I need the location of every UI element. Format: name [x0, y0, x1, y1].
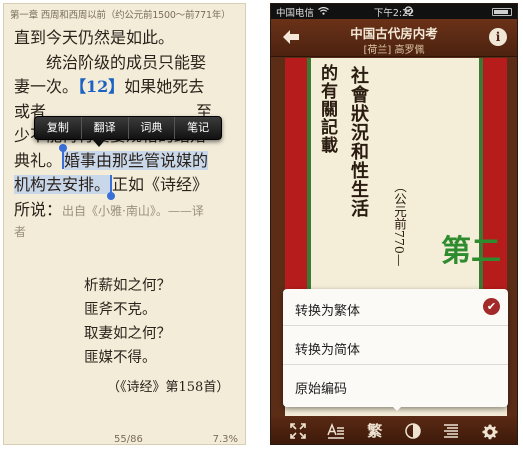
menu-item-label: 原始编码 — [295, 382, 348, 397]
text-line: 者 — [14, 223, 242, 240]
menu-pointer-icon — [390, 404, 404, 411]
text-line: 典礼。 婚事由那些管说媒的 — [14, 143, 242, 174]
chapter-header: 第一章 西周和西周以前（约公元前1500～前771年） — [10, 10, 231, 21]
poem-line: 匪斧不克。 — [84, 302, 157, 318]
green-border-left — [307, 58, 311, 318]
vertical-text-column: 社會狀況和性生活 — [348, 66, 369, 218]
vertical-text-column: （公元前770— — [392, 180, 407, 267]
back-arrow-icon[interactable] — [280, 26, 302, 48]
text-line: 所说：出自《小雅·南山》。——译 — [14, 198, 242, 224]
text-span: 正如《诗经》 — [112, 175, 209, 194]
translator-note: 出自《小雅·南山》。——译 — [62, 203, 204, 218]
poem-line: 匪媒不得。 — [84, 350, 157, 366]
chapter-heading: 第二 — [441, 234, 501, 269]
footnote-link[interactable]: 【12】 — [78, 77, 124, 96]
vertical-text-column: 的有關記載 — [317, 64, 337, 154]
book-author: [荷兰] 高罗佩 — [363, 45, 425, 56]
popup-arrow-icon — [92, 139, 106, 147]
font-size-icon[interactable] — [325, 420, 347, 442]
menu-item-original[interactable]: 原始编码 — [283, 367, 508, 404]
screenshot-stage: 第一章 西周和西周以前（约公元前1500～前771年） 直到今天仍然是如此。 统… — [0, 0, 523, 450]
traditional-convert-button[interactable]: 繁 — [364, 420, 386, 442]
text-line: 机构去安排。 正如《诗经》 — [14, 173, 242, 200]
text-span: 妻一次。 — [14, 77, 79, 96]
encoding-menu: 转换为繁体 ✔ 转换为简体 原始编码 — [283, 289, 508, 407]
text-line: 统治阶级的成员只能娶 — [46, 52, 207, 72]
selection-popup-menu: 复制 翻译 词典 笔记 — [34, 116, 222, 140]
red-border-left — [285, 58, 307, 318]
status-time: 下午2:22 — [373, 7, 415, 19]
menu-item-simplified[interactable]: 转换为简体 — [283, 328, 508, 365]
text-span: 如果她死去 — [124, 77, 205, 96]
poem-source: （《诗经》第158首） — [107, 380, 230, 395]
menu-item-label: 转换为简体 — [295, 343, 361, 358]
green-border-right — [479, 58, 483, 318]
settings-gear-icon[interactable] — [479, 420, 501, 442]
selected-text[interactable]: 机构去安排。 — [14, 175, 111, 194]
status-bar: 中国电信 下午2:22 — [271, 4, 517, 19]
text-span: 所说： — [14, 199, 63, 219]
text-span: 典礼。 — [14, 150, 63, 170]
dictionary-button[interactable]: 词典 — [129, 117, 176, 139]
checkmark-icon: ✔ — [483, 298, 500, 315]
selection-start-handle[interactable] — [59, 143, 68, 169]
info-icon[interactable]: i — [489, 28, 507, 46]
selection-end-handle[interactable] — [107, 175, 116, 200]
progress-percent: 7.3% — [212, 434, 238, 445]
translator-note: 者 — [14, 225, 27, 239]
fullscreen-icon[interactable] — [287, 420, 309, 442]
page-indicator: 55/86 — [114, 434, 143, 445]
menu-item-traditional[interactable]: 转换为繁体 ✔ — [283, 289, 508, 326]
battery-icon — [491, 7, 512, 16]
poem-line: 析薪如之何？ — [84, 278, 171, 294]
reader-right-screen: 中国电信 下午2:22 中国古代房内考 [荷兰] 高罗佩 i 的有關記載 社會狀… — [270, 3, 518, 445]
copy-button[interactable]: 复制 — [35, 117, 82, 139]
brightness-icon[interactable] — [402, 420, 424, 442]
nav-bar: 中国古代房内考 [荷兰] 高罗佩 i — [271, 19, 517, 57]
poem-line: 取妻如之何？ — [84, 326, 171, 342]
poem-block: 析薪如之何？ 匪斧不克。 取妻如之何？ 匪媒不得。 — [84, 274, 171, 370]
line-spacing-icon[interactable] — [440, 420, 462, 442]
text-line: 直到今天仍然是如此。 — [14, 28, 175, 47]
note-button[interactable]: 笔记 — [175, 117, 221, 139]
reader-left-screen: 第一章 西周和西周以前（约公元前1500～前771年） 直到今天仍然是如此。 统… — [3, 3, 246, 445]
bottom-toolbar: 繁 — [271, 416, 517, 444]
translate-button[interactable]: 翻译 — [82, 117, 129, 139]
menu-item-label: 转换为繁体 — [295, 304, 361, 319]
text-line: 妻一次。【12】如果她死去 — [14, 75, 242, 100]
selected-text[interactable]: 婚事由那些管说媒的 — [64, 150, 209, 170]
book-title: 中国古代房内考 — [350, 26, 438, 41]
red-border-right — [483, 58, 507, 318]
